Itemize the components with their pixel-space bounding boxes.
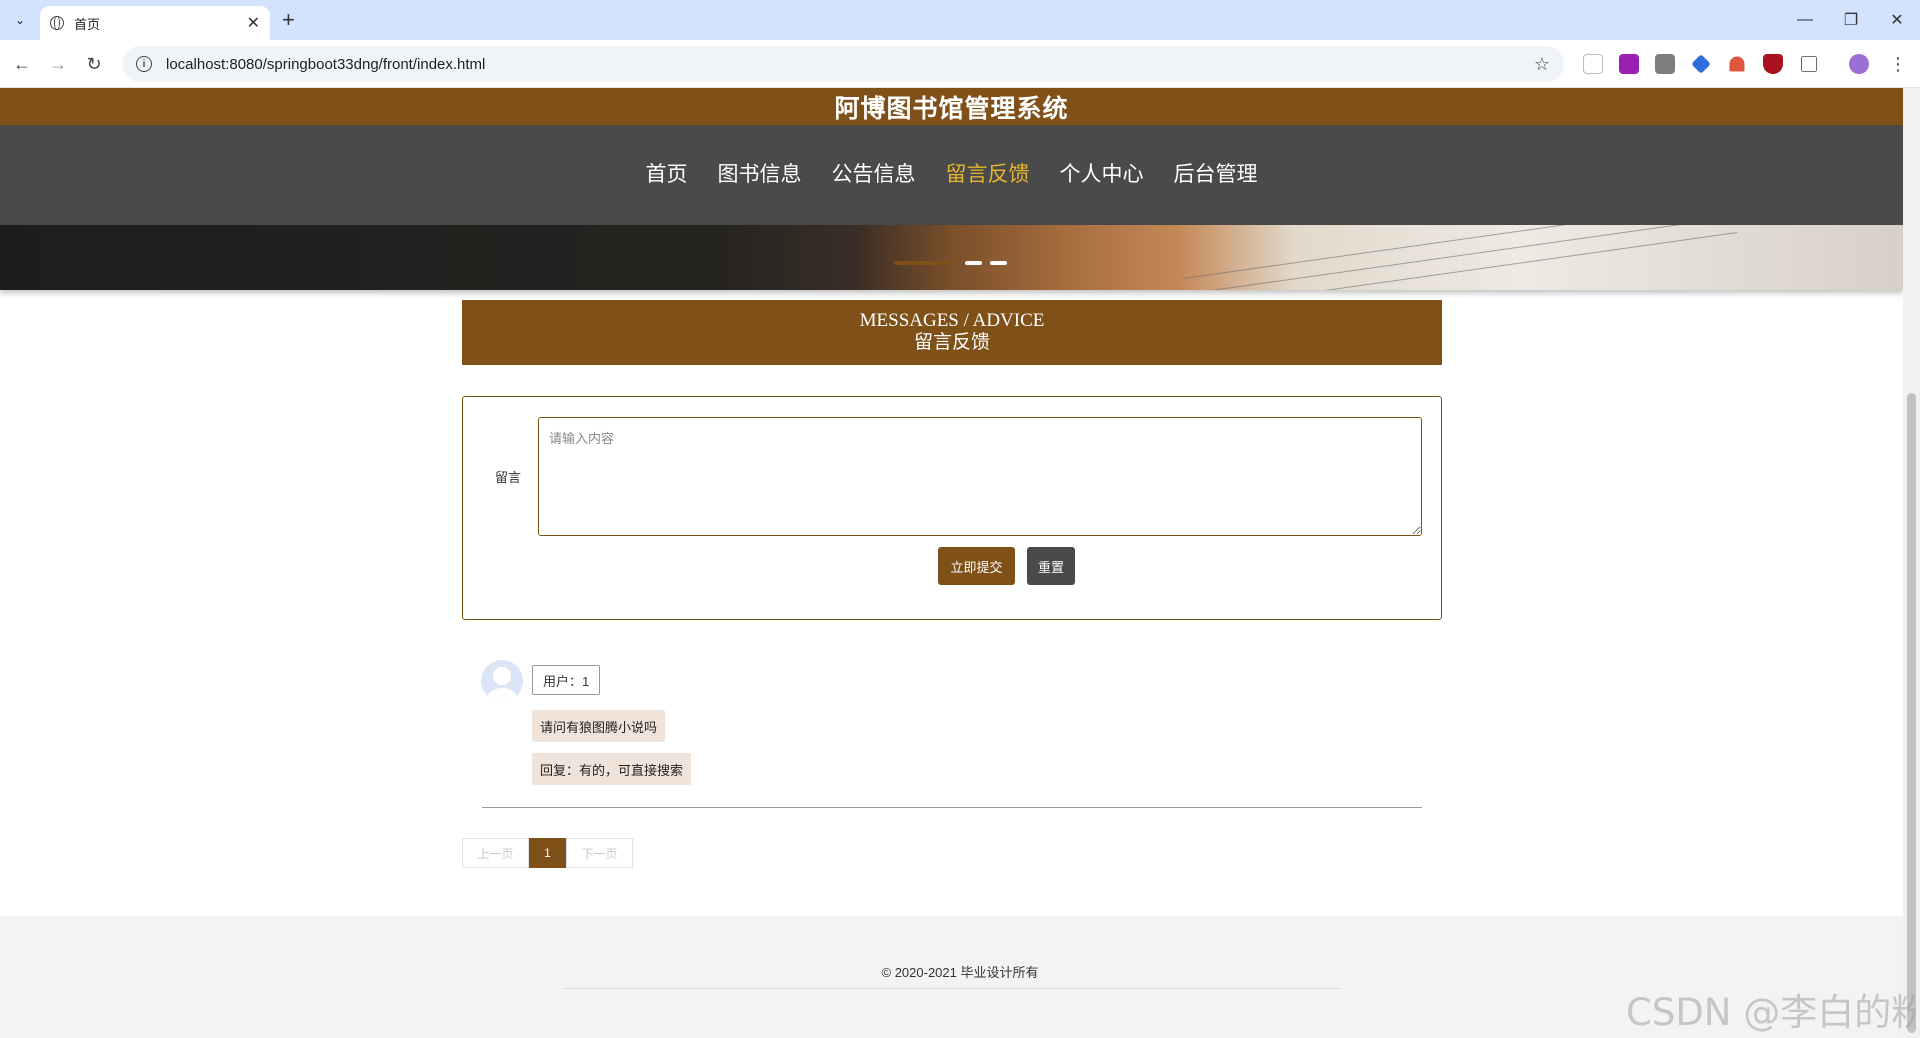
window-close-icon[interactable]: ✕ bbox=[1874, 0, 1920, 40]
reload-icon[interactable]: ↻ bbox=[82, 52, 106, 76]
extension-shield-icon[interactable] bbox=[1763, 54, 1783, 74]
profile-avatar-icon[interactable] bbox=[1849, 54, 1869, 74]
banner-decoration bbox=[1182, 225, 1738, 290]
minimize-icon[interactable]: — bbox=[1782, 0, 1828, 40]
browser-tab-bar: ⌄ 首页 ✕ + — ❐ ✕ bbox=[0, 0, 1920, 40]
nav-item-feedback[interactable]: 留言反馈 bbox=[931, 160, 1045, 190]
nav-item-profile[interactable]: 个人中心 bbox=[1045, 160, 1159, 190]
tab-search-chevron-icon[interactable]: ⌄ bbox=[8, 8, 32, 32]
message-content: 请问有狼图腾小说吗 bbox=[532, 710, 666, 742]
page-scrollbar[interactable] bbox=[1903, 88, 1920, 1038]
message-label: 留言 bbox=[495, 470, 522, 485]
submit-button[interactable]: 立即提交 bbox=[938, 547, 1015, 585]
section-heading: MESSAGES / ADVICE 留言反馈 bbox=[462, 300, 1442, 365]
extension-cursor-icon[interactable] bbox=[1583, 54, 1603, 74]
new-tab-plus-icon[interactable]: + bbox=[282, 6, 295, 34]
globe-icon bbox=[50, 16, 64, 30]
nav-item-home[interactable]: 首页 bbox=[631, 160, 703, 190]
avatar-head bbox=[493, 667, 511, 685]
message-textarea[interactable] bbox=[538, 417, 1422, 536]
carousel-indicator-active[interactable] bbox=[894, 261, 956, 265]
section-title-en: MESSAGES / ADVICE bbox=[859, 310, 1045, 331]
browser-menu-dots-icon[interactable]: ⋮ bbox=[1886, 52, 1910, 76]
nav-item-notices[interactable]: 公告信息 bbox=[817, 160, 931, 190]
back-arrow-icon[interactable]: ← bbox=[10, 52, 34, 76]
message-user: 用户：1 bbox=[532, 665, 601, 695]
footer-divider bbox=[562, 988, 1342, 989]
forward-arrow-icon[interactable]: → bbox=[46, 52, 70, 76]
site-header: 阿博图书馆管理系统 bbox=[0, 88, 1903, 125]
nav-item-books[interactable]: 图书信息 bbox=[703, 160, 817, 190]
extension-gray-icon[interactable] bbox=[1655, 54, 1675, 74]
extension-blue-icon[interactable] bbox=[1691, 54, 1711, 74]
message-form: 留言 立即提交 重置 bbox=[462, 396, 1442, 620]
carousel-indicator[interactable] bbox=[965, 261, 982, 265]
url-text: localhost:8080/springboot33dng/front/ind… bbox=[166, 55, 486, 73]
tab-title: 首页 bbox=[74, 16, 101, 32]
restore-icon[interactable]: ❐ bbox=[1828, 0, 1874, 40]
copyright-text: © 2020-2021 毕业设计所有 bbox=[881, 965, 1039, 980]
scrollbar-thumb[interactable] bbox=[1907, 393, 1916, 1033]
site-title: 阿博图书馆管理系统 bbox=[834, 94, 1069, 123]
extension-orange-icon[interactable] bbox=[1729, 56, 1745, 72]
prev-page-button[interactable]: 上一页 bbox=[462, 838, 529, 868]
close-tab-icon[interactable]: ✕ bbox=[247, 13, 260, 33]
footer: © 2020-2021 毕业设计所有 bbox=[0, 916, 1903, 1038]
banner-carousel bbox=[0, 225, 1903, 290]
message-reply: 回复：有的，可直接搜索 bbox=[532, 753, 692, 785]
site-info-icon[interactable]: i bbox=[136, 56, 152, 72]
pagination: 上一页 1 下一页 bbox=[462, 838, 633, 868]
browser-tab[interactable]: 首页 ✕ bbox=[40, 6, 270, 40]
avatar bbox=[481, 660, 523, 702]
reset-button[interactable]: 重置 bbox=[1027, 547, 1075, 585]
section-title-cn: 留言反馈 bbox=[913, 332, 990, 353]
avatar-body bbox=[486, 688, 518, 702]
web-page: 阿博图书馆管理系统 首页 图书信息 公告信息 留言反馈 个人中心 后台管理 ME… bbox=[0, 88, 1903, 1038]
watermark-text: CSDN @李白的粉 bbox=[1626, 991, 1916, 1034]
browser-toolbar: ← → ↻ i localhost:8080/springboot33dng/f… bbox=[0, 40, 1920, 88]
bookmark-star-icon[interactable]: ☆ bbox=[1534, 54, 1550, 75]
main-navigation: 首页 图书信息 公告信息 留言反馈 个人中心 后台管理 bbox=[0, 125, 1903, 225]
extensions-puzzle-icon[interactable] bbox=[1801, 56, 1817, 72]
extension-purple-icon[interactable] bbox=[1619, 54, 1639, 74]
page-number-current[interactable]: 1 bbox=[529, 838, 566, 868]
address-bar[interactable]: i localhost:8080/springboot33dng/front/i… bbox=[122, 46, 1564, 82]
next-page-button[interactable]: 下一页 bbox=[566, 838, 633, 868]
message-divider bbox=[482, 807, 1422, 808]
carousel-indicator[interactable] bbox=[990, 261, 1007, 265]
nav-item-admin[interactable]: 后台管理 bbox=[1159, 160, 1273, 190]
